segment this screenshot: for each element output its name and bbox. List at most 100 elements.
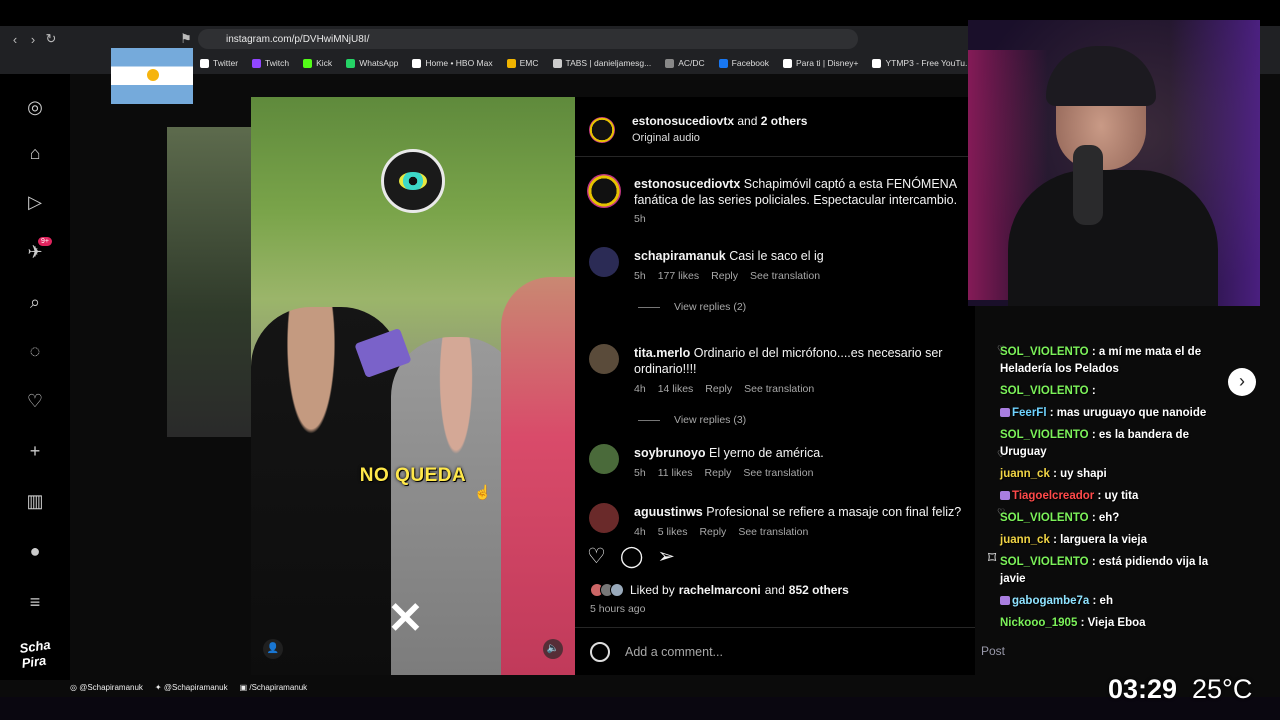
home-icon[interactable]: ⌂ xyxy=(24,142,46,164)
reply-button[interactable]: Reply xyxy=(711,270,738,282)
bookmark-item[interactable]: TABS | danieljamesg... xyxy=(552,58,652,68)
comment-username[interactable]: aguustinws xyxy=(634,505,703,519)
post-header: estonosucediovtx and 2 others Original a… xyxy=(575,97,975,157)
menu-icon[interactable]: ≡ xyxy=(24,591,46,613)
post-comment-button[interactable]: Post xyxy=(981,644,1005,658)
create-icon[interactable]: + xyxy=(24,440,46,462)
share-icon[interactable]: ➢ xyxy=(657,544,675,569)
comment-text: tita.merlo Ordinario el del micrófono...… xyxy=(634,345,974,377)
header-users: estonosucediovtx and 2 others xyxy=(632,114,807,128)
comment-likes[interactable]: 177 likes xyxy=(658,270,699,282)
bookmark-label: Home • HBO Max xyxy=(425,58,493,68)
bookmark-label: Twitch xyxy=(265,58,290,68)
dashboard-icon[interactable]: ▥ xyxy=(24,490,46,512)
bookmark-label: Twitter xyxy=(213,58,239,68)
bookmark-item[interactable]: Home • HBO Max xyxy=(412,58,493,68)
notifications-icon[interactable]: ♡ xyxy=(24,390,46,412)
streamer-body xyxy=(1008,170,1218,306)
next-post-button[interactable]: › xyxy=(1228,368,1256,396)
chat-message: SOL_VIOLENTO : eh? xyxy=(996,510,1228,527)
view-replies-button[interactable]: View replies (3) xyxy=(638,414,746,426)
bookmark-label: Kick xyxy=(316,58,333,68)
streamer-mic-icon xyxy=(1073,145,1103,225)
explore-icon[interactable]: ◌ xyxy=(24,340,46,362)
bookmark-star-icon[interactable]: ⚑ xyxy=(177,31,195,47)
reply-button[interactable]: Reply xyxy=(705,383,732,395)
comment-meta: 4h 14 likes Reply See translation xyxy=(634,383,814,395)
bookmark-item[interactable]: WhatsApp xyxy=(346,58,398,68)
comment-likes[interactable]: 5 likes xyxy=(658,526,688,538)
post-actions: ♡ ◯ ➢ xyxy=(587,544,675,569)
social-handles: ◎ @Schapiramanuk ✦ @Schapiramanuk ▣ /Sch… xyxy=(70,683,307,692)
comment-meta: 5h 11 likes Reply See translation xyxy=(634,467,813,479)
chat-nick: juann_ck xyxy=(1000,468,1050,480)
liked-by-user[interactable]: rachelmarconi xyxy=(679,583,761,597)
bookmark-favicon-icon xyxy=(552,58,562,68)
brand-x-icon: ✕ xyxy=(387,594,424,643)
bookmark-label: TABS | danieljamesg... xyxy=(565,58,652,68)
caption-avatar[interactable] xyxy=(587,174,621,208)
header-username[interactable]: estonosucediovtx xyxy=(632,114,734,128)
view-replies-button[interactable]: View replies (2) xyxy=(638,301,746,313)
like-icon[interactable]: ♡ xyxy=(587,544,606,569)
chat-message: juann_ck : larguera la vieja xyxy=(996,532,1228,549)
comment-text: schapiramanuk Casi le saco el ig xyxy=(634,248,974,264)
reload-icon[interactable]: ↻ xyxy=(42,31,60,47)
chat-text: : uy tita xyxy=(1097,490,1139,502)
schapira-logo: Scha Pira xyxy=(18,636,52,671)
comment-username[interactable]: schapiramanuk xyxy=(634,249,726,263)
mute-icon[interactable]: 🔈 xyxy=(543,639,563,659)
caption-text: estonosucediovtx Schapimóvil captó a est… xyxy=(634,176,974,208)
chat-message: SOL_VIOLENTO : xyxy=(996,383,1228,400)
comment-username[interactable]: tita.merlo xyxy=(634,346,690,360)
poster-avatar[interactable] xyxy=(589,117,615,143)
chat-nick: FeerFl xyxy=(1012,407,1047,419)
reels-icon[interactable]: ▷ xyxy=(24,191,46,213)
bookmark-label: YTMP3 - Free YouTu... xyxy=(885,58,973,68)
bookmark-item[interactable]: Twitter xyxy=(200,58,238,68)
emoji-icon[interactable] xyxy=(590,642,610,662)
user-tag-icon[interactable]: 👤 xyxy=(263,639,283,659)
chat-message: SOL_VIOLENTO : está pidiendo vija la jav… xyxy=(996,554,1228,588)
back-icon[interactable]: ‹ xyxy=(6,32,24,47)
comment-avatar[interactable] xyxy=(589,344,619,374)
bookmark-item[interactable]: Facebook xyxy=(718,58,769,68)
comment-likes[interactable]: 14 likes xyxy=(658,383,694,395)
audio-label[interactable]: Original audio xyxy=(632,132,700,144)
header-others[interactable]: 2 others xyxy=(761,114,808,128)
save-icon[interactable]: ⌑ xyxy=(988,548,996,568)
streamer-hair xyxy=(1046,46,1156,106)
reply-button[interactable]: Reply xyxy=(699,526,726,538)
caption-username[interactable]: estonosucediovtx xyxy=(634,177,740,191)
bookmark-item[interactable]: YTMP3 - Free YouTu... xyxy=(872,58,972,68)
search-icon[interactable]: ⌕ xyxy=(24,291,46,313)
see-translation-link[interactable]: See translation xyxy=(750,270,820,282)
see-translation-link[interactable]: See translation xyxy=(743,467,813,479)
liked-by: Liked by rachelmarconi and 852 others xyxy=(590,583,849,597)
see-translation-link[interactable]: See translation xyxy=(738,526,808,538)
add-comment-input[interactable]: Add a comment... xyxy=(625,645,723,659)
comment-icon[interactable]: ◯ xyxy=(620,544,644,569)
sub-badge-icon xyxy=(1000,491,1010,501)
bookmark-item[interactable]: Para ti | Disney+ xyxy=(783,58,858,68)
forward-icon[interactable]: › xyxy=(24,32,42,47)
reel-video[interactable]: NO QUEDA ✕ 👤 🔈 xyxy=(251,97,575,675)
address-field[interactable]: instagram.com/p/DVHwiMNjU8I/ xyxy=(198,29,858,49)
liked-by-others[interactable]: 852 others xyxy=(789,583,849,597)
bookmark-item[interactable]: Twitch xyxy=(252,58,289,68)
comment-avatar[interactable] xyxy=(589,247,619,277)
bookmark-item[interactable]: AC/DC xyxy=(665,58,705,68)
bookmark-item[interactable]: Kick xyxy=(303,58,332,68)
comment-username[interactable]: soybrunoyo xyxy=(634,446,706,460)
comment-avatar[interactable] xyxy=(589,503,619,533)
bookmark-favicon-icon xyxy=(252,58,262,68)
reply-button[interactable]: Reply xyxy=(705,467,732,479)
bookmark-item[interactable]: EMC xyxy=(506,58,539,68)
instagram-icon[interactable]: ◎ xyxy=(24,96,46,118)
comment-avatar[interactable] xyxy=(589,444,619,474)
profile-icon[interactable]: ● xyxy=(24,540,46,562)
see-translation-link[interactable]: See translation xyxy=(744,383,814,395)
posted-ago: 5 hours ago xyxy=(590,603,646,615)
comment-likes[interactable]: 11 likes xyxy=(658,467,693,479)
twitter-handle: ✦ @Schapiramanuk xyxy=(154,683,228,692)
